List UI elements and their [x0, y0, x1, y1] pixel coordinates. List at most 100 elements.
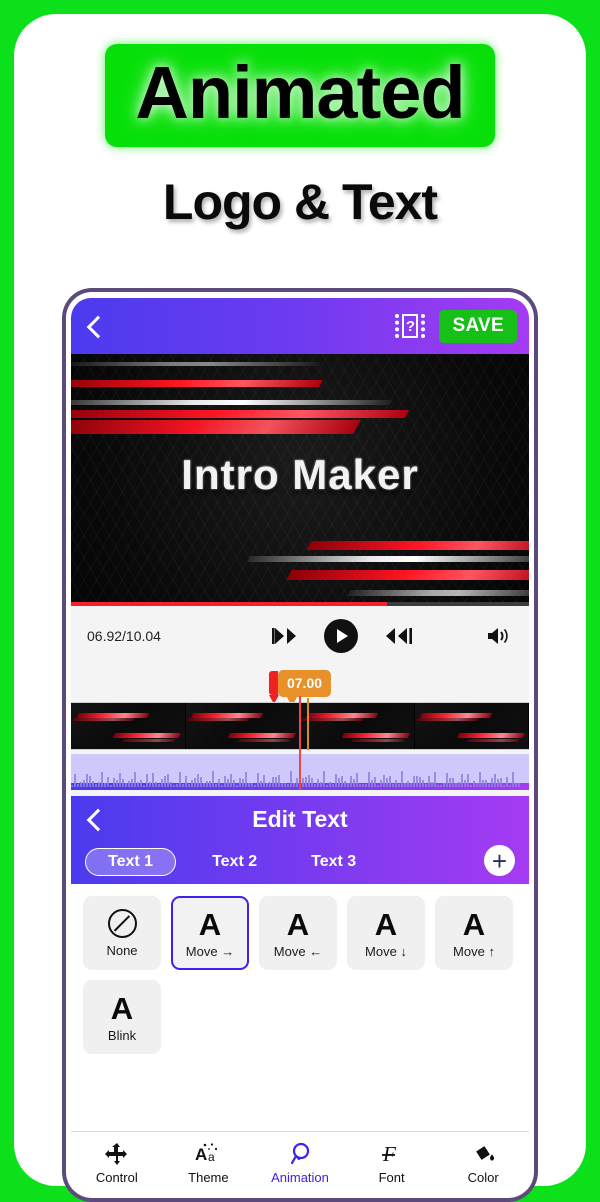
- waveform-bar: [173, 784, 175, 787]
- edit-title-row: Edit Text: [71, 796, 529, 842]
- nav-item-animation[interactable]: Animation: [254, 1141, 346, 1185]
- waveform-bar: [500, 777, 502, 787]
- waveform-bar: [149, 782, 151, 787]
- waveform-bar: [383, 775, 385, 787]
- waveform-bar: [347, 783, 349, 787]
- animation-option-label: Blink: [107, 1027, 137, 1043]
- marker-line: [307, 698, 309, 750]
- filmstrip-frame[interactable]: [300, 703, 415, 749]
- timeline-marker[interactable]: 07.00: [268, 670, 332, 707]
- waveform-bar: [170, 781, 172, 787]
- text-tabs: Text 1 Text 2 Text 3 +: [71, 842, 529, 882]
- text-a-icon: A: [198, 906, 222, 942]
- edit-text-title: Edit Text: [252, 806, 348, 832]
- waveform-bar: [164, 776, 166, 787]
- waveform-bar: [161, 778, 163, 787]
- waveform-bar: [281, 782, 283, 787]
- timeline[interactable]: 07.00: [71, 666, 529, 796]
- waveform-bar: [95, 783, 97, 787]
- waveform-bar: [311, 777, 313, 787]
- waveform-bar: [401, 771, 403, 787]
- animation-option-blink[interactable]: A Blink: [83, 980, 161, 1054]
- playhead[interactable]: [299, 696, 301, 790]
- animation-option-move[interactable]: A Move ←: [259, 896, 337, 970]
- skip-next-icon[interactable]: [384, 626, 412, 646]
- decor-stripe: [286, 570, 529, 580]
- nav-item-theme[interactable]: Aa Theme: [163, 1141, 255, 1185]
- waveform-bar: [275, 776, 277, 787]
- waveform-bar: [92, 780, 94, 787]
- waveform-bar: [377, 784, 379, 787]
- waveform-bar: [371, 780, 373, 787]
- waveform-bar: [458, 781, 460, 787]
- theme-aa-icon: Aa: [195, 1141, 221, 1167]
- waveform-bar: [239, 778, 241, 787]
- decor-stripe: [71, 410, 410, 418]
- progress-bar[interactable]: [71, 602, 529, 606]
- phone-mockup: ? SAVE Intro Maker 06.92/10.04 07.00 Edi…: [62, 288, 538, 1202]
- waveform-bar: [494, 774, 496, 787]
- save-button[interactable]: SAVE: [439, 309, 517, 343]
- waveform-bar: [422, 779, 424, 787]
- animation-option-label: Move →: [185, 943, 235, 959]
- volume-icon[interactable]: [485, 625, 513, 647]
- tab-text-1[interactable]: Text 1: [85, 848, 177, 876]
- nav-item-control[interactable]: Control: [71, 1141, 163, 1185]
- waveform-bar: [140, 780, 142, 787]
- nav-item-label: Theme: [188, 1169, 229, 1185]
- waveform-bar: [473, 781, 475, 787]
- waveform-bar: [200, 776, 202, 787]
- waveform-bar: [485, 779, 487, 787]
- back-chevron-icon[interactable]: [85, 316, 105, 336]
- progress-fill: [71, 602, 388, 606]
- waveform-bar: [194, 778, 196, 787]
- text-a-icon: A: [374, 906, 398, 942]
- video-preview[interactable]: Intro Maker: [71, 354, 529, 602]
- waveform-bar: [251, 783, 253, 787]
- play-icon[interactable]: [324, 619, 358, 653]
- svg-text:A: A: [195, 1145, 207, 1164]
- waveform-bar: [245, 772, 247, 787]
- waveform-bar: [350, 776, 352, 787]
- animation-options-grid: None A Move → A Move ← A Move ↓ A Move ↑ A Blink: [71, 884, 529, 1131]
- waveform-bar: [125, 783, 127, 787]
- waveform-bar: [278, 774, 280, 787]
- headline-text: Animated: [135, 51, 465, 134]
- filmstrip-frame[interactable]: [185, 703, 300, 749]
- tab-text-2[interactable]: Text 2: [194, 849, 275, 875]
- filmstrip-frame[interactable]: [414, 703, 529, 749]
- nav-item-font[interactable]: F Font: [346, 1141, 438, 1185]
- waveform-bar: [167, 774, 169, 787]
- timeline-tag-handle[interactable]: [268, 671, 279, 704]
- waveform-bar: [386, 777, 388, 787]
- nav-item-color[interactable]: Color: [437, 1141, 529, 1185]
- waveform-bar: [428, 776, 430, 787]
- waveform-bar: [506, 777, 508, 787]
- animation-option-move[interactable]: A Move ↑: [435, 896, 513, 970]
- waveform-bar: [104, 783, 106, 787]
- filmstrip-frame[interactable]: [71, 703, 186, 749]
- svg-text:F: F: [382, 1142, 396, 1166]
- skip-previous-icon[interactable]: [270, 626, 298, 646]
- waveform-bar: [515, 782, 517, 787]
- animation-option-move[interactable]: A Move ↓: [347, 896, 425, 970]
- animation-option-label: None: [106, 942, 138, 958]
- add-text-button[interactable]: +: [484, 845, 515, 876]
- waveform-bar: [134, 772, 136, 787]
- time-label: 06.92/10.04: [87, 628, 161, 644]
- animation-option-move[interactable]: A Move →: [171, 896, 249, 970]
- move-arrows-icon: [104, 1141, 129, 1167]
- waveform-bar: [107, 776, 109, 787]
- animation-option-label: Move ←: [273, 943, 323, 959]
- app-screen: ? SAVE Intro Maker 06.92/10.04 07.00 Edi…: [71, 298, 529, 1193]
- animation-option-label: Move ↑: [453, 943, 495, 959]
- animation-option-none[interactable]: None: [83, 896, 161, 970]
- waveform-bar: [116, 780, 118, 787]
- waveform-bar: [179, 772, 181, 787]
- film-question-icon[interactable]: ?: [395, 314, 426, 338]
- tab-text-3[interactable]: Text 3: [293, 849, 374, 875]
- waveform-bar: [323, 771, 325, 787]
- waveform-bar: [437, 784, 439, 787]
- waveform-bar: [158, 783, 160, 787]
- player-controls: 06.92/10.04: [71, 606, 529, 666]
